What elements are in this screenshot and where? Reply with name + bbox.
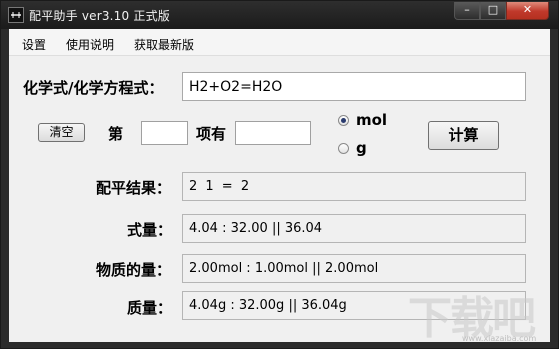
unit-mol-label[interactable]: mol bbox=[356, 111, 387, 129]
clear-button[interactable]: 清空 bbox=[38, 123, 85, 142]
menu-settings[interactable]: 设置 bbox=[22, 36, 46, 53]
calculate-button[interactable]: 计算 bbox=[428, 121, 499, 150]
term-prefix-label: 第 bbox=[108, 125, 124, 143]
unit-g-label[interactable]: g bbox=[356, 139, 367, 157]
unit-mol-radio[interactable] bbox=[338, 115, 349, 126]
radio-selected-dot bbox=[341, 118, 346, 123]
window-title: 配平助手 ver3.10 正式版 bbox=[29, 9, 170, 23]
formula-weight-output: 4.04 : 32.00 || 36.04 bbox=[182, 214, 526, 243]
close-button[interactable]: ✕ bbox=[506, 2, 549, 20]
coeff-output: 2 1 = 2 bbox=[182, 172, 526, 201]
app-logo-icon bbox=[8, 7, 24, 23]
term-index-input[interactable] bbox=[141, 121, 188, 145]
term-suffix-label: 项有 bbox=[196, 125, 227, 143]
maximize-button[interactable]: □ bbox=[480, 2, 506, 20]
formula-weight-label: 式量： bbox=[127, 221, 173, 239]
formula-input[interactable]: H2+O2=H2O bbox=[182, 72, 526, 101]
formula-label: 化学式/化学方程式： bbox=[23, 79, 164, 97]
term-amount-input[interactable] bbox=[235, 121, 311, 145]
menu-get-latest[interactable]: 获取最新版 bbox=[134, 36, 194, 53]
title-bar[interactable]: 配平助手 ver3.10 正式版 – □ ✕ bbox=[1, 1, 558, 29]
menu-help[interactable]: 使用说明 bbox=[66, 36, 114, 53]
minimize-button[interactable]: – bbox=[454, 2, 480, 20]
maximize-icon: □ bbox=[487, 3, 499, 16]
coeff-label: 配平结果： bbox=[96, 179, 172, 197]
mass-label: 质量： bbox=[127, 299, 173, 317]
amount-output: 2.00mol : 1.00mol || 2.00mol bbox=[182, 254, 526, 283]
close-icon: ✕ bbox=[522, 3, 533, 16]
menu-bar: 设置 使用说明 获取最新版 bbox=[9, 29, 550, 56]
amount-label: 物质的量： bbox=[96, 261, 172, 279]
unit-g-radio[interactable] bbox=[338, 143, 349, 154]
watermark-url: www.xiazaiba.com bbox=[462, 334, 537, 343]
minimize-icon: – bbox=[464, 3, 470, 16]
